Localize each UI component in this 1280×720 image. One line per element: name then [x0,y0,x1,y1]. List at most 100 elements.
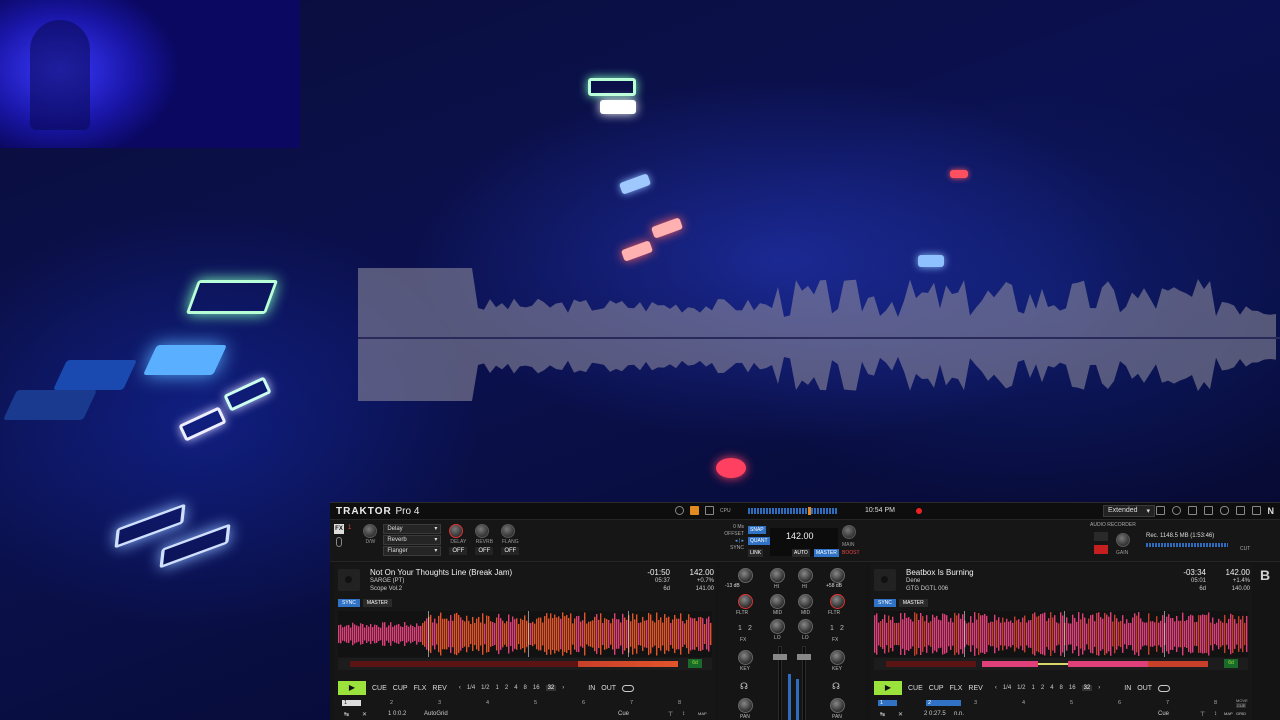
fx-select-3[interactable]: Flanger ▾ [383,546,442,556]
reverb-off-button[interactable]: OFF [475,547,494,555]
reverse-button[interactable]: REV [432,685,446,692]
master-button[interactable]: MASTER [362,599,392,607]
loop-size-1-4[interactable]: 1/4 [467,685,475,691]
hotcue-7[interactable]: 7 [630,700,633,706]
right-headphone-icon[interactable]: ☊ [832,681,840,692]
hotcue-3[interactable]: 3 [438,700,441,706]
master-button[interactable]: MASTER [814,549,839,557]
loop-size-2[interactable]: 2 [505,685,508,691]
right-pan-knob[interactable] [830,698,845,713]
map-button[interactable]: MAP [698,711,707,716]
cut-button[interactable]: CUT [1240,546,1250,552]
grid-marker-icon[interactable]: ✕ [362,711,367,718]
sync-button[interactable]: SYNC [338,599,360,607]
right-fx-2[interactable]: 2 [840,625,844,632]
cue-delete-icon[interactable]: ⊤ [1200,711,1205,718]
loop-size-32[interactable]: 32 [1081,685,1093,691]
deck-waveform[interactable] [874,611,1248,657]
hotcue-4[interactable]: 4 [486,700,489,706]
hotcue-6[interactable]: 6 [1118,700,1121,706]
dry-wet-knob[interactable] [363,524,378,538]
channel-fader-a-handle[interactable] [773,654,787,660]
hotcue-7[interactable]: 7 [1166,700,1169,706]
left-lo-knob[interactable] [770,619,785,634]
hotcue-5[interactable]: 5 [1070,700,1073,706]
loop-out-button[interactable]: OUT [1137,685,1152,692]
stripe-overview[interactable]: 6d [874,658,1248,670]
cue-button[interactable]: CUE [372,685,387,692]
right-fx-1[interactable]: 1 [830,625,834,632]
hotcue-1[interactable]: 1 [342,700,362,706]
fx-select-1[interactable]: Delay ▾ [383,524,442,534]
loop-icon[interactable] [1158,684,1171,692]
left-filter-knob[interactable] [738,594,753,609]
flux-button[interactable]: FLX [950,685,963,692]
cue-button[interactable]: CUE [908,685,923,692]
right-gain-knob[interactable] [830,568,845,583]
loop-out-button[interactable]: OUT [601,685,616,692]
left-gain-knob[interactable] [738,568,753,583]
record-button[interactable] [1094,545,1108,554]
hotcue-3[interactable]: 3 [974,700,977,706]
play-button[interactable]: ▶ [874,681,902,695]
right-filter-knob[interactable] [830,594,845,609]
hotcue-8[interactable]: 8 [678,700,681,706]
loop-size-16[interactable]: 16 [1069,685,1076,691]
cue-type-select[interactable]: Cue [1158,711,1169,717]
cup-button[interactable]: CUP [393,685,408,692]
hotcue-6[interactable]: 6 [582,700,585,706]
delay-off-button[interactable]: OFF [449,547,468,555]
right-key-knob[interactable] [830,650,845,665]
broadcast-icon[interactable] [1094,532,1108,541]
loop-size-1-2[interactable]: 1/2 [1017,685,1025,691]
link-icon[interactable] [1219,506,1229,515]
loop-size-8[interactable]: 8 [524,685,527,691]
loop-size-4[interactable]: 4 [1050,685,1053,691]
loop-size-8[interactable]: 8 [1060,685,1063,691]
main-volume-knob[interactable] [842,525,856,539]
grid-nudge-icon[interactable]: ↹ [344,711,349,718]
cue-delete-icon[interactable]: ⊤ [668,711,673,718]
loop-in-button[interactable]: IN [1124,685,1131,692]
quant-button[interactable]: QUANT [748,537,770,545]
loop-in-button[interactable]: IN [588,685,595,692]
hotcue-8[interactable]: 8 [1214,700,1217,706]
fx-lock-icon[interactable] [336,537,342,547]
channel-fader-b-handle[interactable] [797,654,811,660]
flanger-off-button[interactable]: OFF [501,547,520,555]
left-key-knob[interactable] [738,650,753,665]
loop-size-32[interactable]: 32 [545,685,557,691]
loop-prev[interactable]: ‹ [995,685,997,691]
left-fx-1[interactable]: 1 [738,625,742,632]
hotcue-5[interactable]: 5 [534,700,537,706]
loop-icon[interactable] [622,684,635,692]
recorder-gain-knob[interactable] [1116,533,1130,547]
left-mid-knob[interactable] [770,594,785,609]
right-mid-knob[interactable] [798,594,813,609]
loop-size-1[interactable]: 1 [496,685,499,691]
hotcue-2[interactable]: 2 [926,700,962,706]
grid-nudge-icon[interactable]: ↹ [880,711,885,718]
link-button[interactable]: LINK [748,549,764,557]
window-icon[interactable] [1235,506,1245,515]
loop-size-1[interactable]: 1 [1032,685,1035,691]
fx-select-2[interactable]: Reverb ▾ [383,535,442,545]
left-pan-knob[interactable] [738,698,753,713]
loop-prev[interactable]: ‹ [459,685,461,691]
loop-size-2[interactable]: 2 [1041,685,1044,691]
reverse-button[interactable]: REV [968,685,982,692]
stripe-overview[interactable]: 6d [338,658,712,670]
right-hi-knob[interactable] [798,568,813,583]
auto-button[interactable]: AUTO [792,549,810,557]
map-button[interactable]: MAP [1224,711,1233,716]
panel-icon[interactable] [1203,506,1213,515]
hotcue-2[interactable]: 2 [390,700,393,706]
browser-icon[interactable] [1187,506,1197,515]
left-fx-2[interactable]: 2 [748,625,752,632]
hotcue-1[interactable]: 1 [878,700,898,706]
cue-store-icon[interactable]: ↕ [682,711,685,717]
left-hi-knob[interactable] [770,568,785,583]
loop-size-1-4[interactable]: 1/4 [1003,685,1011,691]
sync-button[interactable]: SYNC [874,599,896,607]
delay-knob[interactable] [449,524,464,538]
